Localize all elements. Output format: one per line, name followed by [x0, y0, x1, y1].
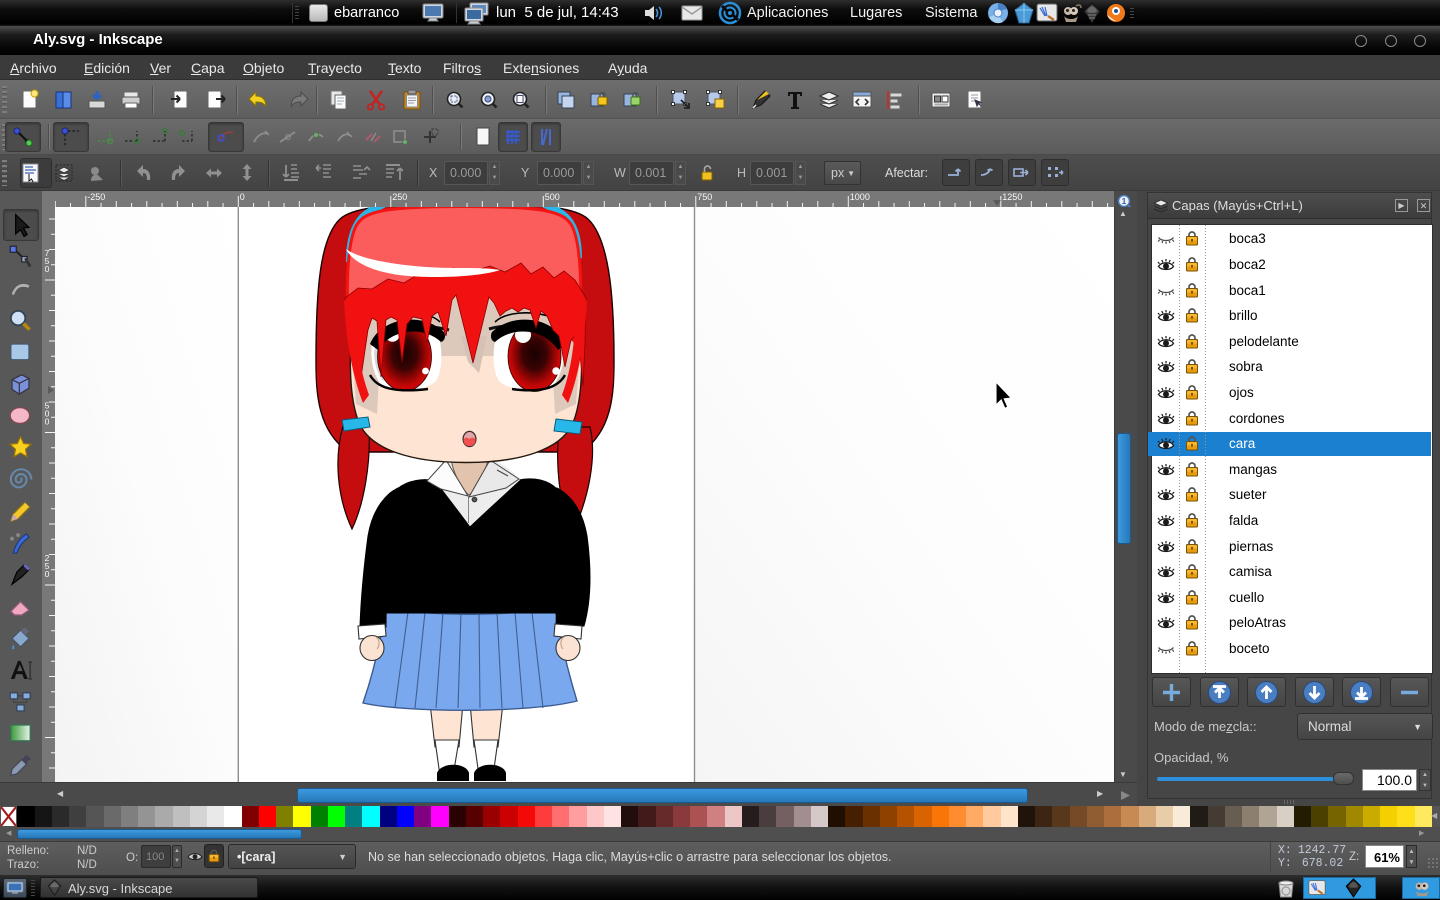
svg-text:0: 0: [45, 417, 50, 427]
svg-text:0: 0: [45, 569, 50, 579]
svg-text:500: 500: [545, 192, 560, 202]
svg-text:750: 750: [697, 192, 712, 202]
svg-text:1250: 1250: [1002, 192, 1022, 202]
svg-text:250: 250: [392, 192, 407, 202]
svg-text:0: 0: [45, 264, 50, 274]
svg-text:0: 0: [240, 192, 245, 202]
svg-text:-250: -250: [87, 192, 105, 202]
svg-text:1: 1: [1122, 197, 1127, 206]
svg-text:1000: 1000: [850, 192, 870, 202]
